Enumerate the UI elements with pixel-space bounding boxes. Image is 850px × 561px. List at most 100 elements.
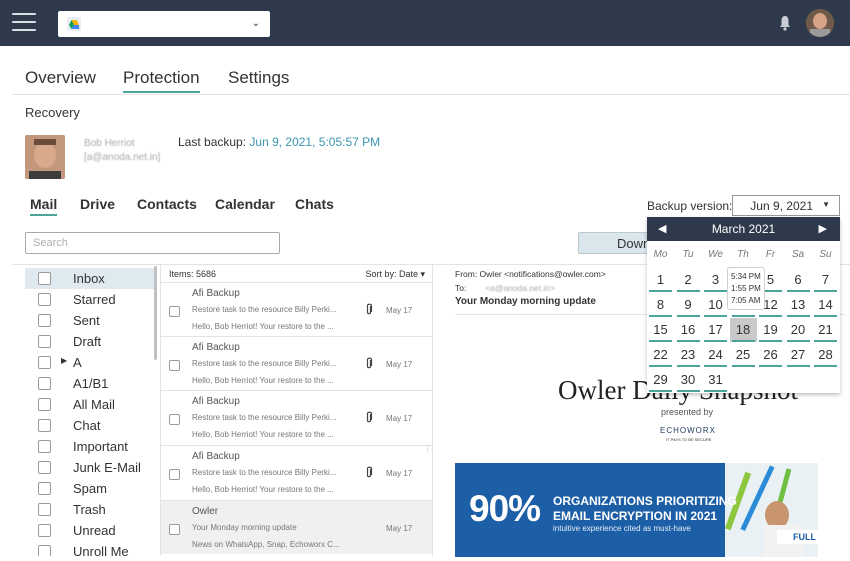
- calendar-day[interactable]: 31: [702, 368, 729, 392]
- download-button[interactable]: Down: [578, 232, 650, 254]
- message-date: May 17: [386, 306, 413, 315]
- message-subject: Your Monday morning update: [192, 523, 297, 532]
- tab-chats[interactable]: Chats: [295, 196, 334, 212]
- folder-label: Spam: [73, 481, 107, 496]
- checkbox[interactable]: [169, 360, 180, 371]
- folder-a1-b1[interactable]: A1/B1: [25, 373, 155, 394]
- calendar-day-selected[interactable]: 18: [729, 318, 757, 342]
- day-number: 5: [766, 272, 775, 287]
- message-preview: Hello, Bob Herriot! Your restore to the …: [192, 322, 334, 331]
- calendar-day[interactable]: 3: [702, 268, 729, 292]
- tab-drive[interactable]: Drive: [80, 196, 115, 212]
- calendar-day[interactable]: 30: [675, 368, 702, 392]
- checkbox[interactable]: [38, 398, 51, 411]
- calendar-day[interactable]: 13: [785, 293, 812, 317]
- folder-starred[interactable]: Starred: [25, 289, 155, 310]
- checkbox[interactable]: [38, 419, 51, 432]
- backup-version-select[interactable]: Jun 9, 2021 ▼: [732, 195, 840, 216]
- day-number: 9: [684, 297, 692, 312]
- checkbox[interactable]: [38, 272, 51, 285]
- message-row[interactable]: Afi Backup Restore task to the resource …: [161, 445, 432, 499]
- checkbox[interactable]: [38, 503, 51, 516]
- user-avatar[interactable]: [806, 9, 834, 37]
- folder-spam[interactable]: Spam: [25, 478, 155, 499]
- folder-chat[interactable]: Chat: [25, 415, 155, 436]
- message-sender: Afi Backup: [192, 288, 240, 299]
- calendar-day[interactable]: 19: [757, 318, 784, 342]
- calendar-day[interactable]: 24: [702, 343, 729, 367]
- calendar-day[interactable]: 2: [675, 268, 702, 292]
- date-picker: ◀ March 2021 ▶ MoTuWeThFrSaSu12345678910…: [647, 217, 840, 393]
- search-input[interactable]: Search: [25, 232, 280, 254]
- checkbox[interactable]: [38, 293, 51, 306]
- calendar-day[interactable]: 17: [702, 318, 729, 342]
- checkbox[interactable]: [38, 335, 51, 348]
- folder-scrollbar[interactable]: [154, 266, 157, 360]
- message-row[interactable]: Afi Backup Restore task to the resource …: [161, 336, 432, 390]
- folder-unread[interactable]: Unread: [25, 520, 155, 541]
- message-row-selected[interactable]: Owler Your Monday morning update News on…: [161, 500, 432, 554]
- calendar-day[interactable]: 25: [730, 343, 757, 367]
- calendar-day[interactable]: 27: [785, 343, 812, 367]
- sort-dropdown[interactable]: Sort by: Date ▾: [365, 269, 425, 280]
- calendar-day[interactable]: 29: [647, 368, 674, 392]
- calendar-day[interactable]: 20: [785, 318, 812, 342]
- tooltip-time: 5:34 PM: [731, 272, 761, 281]
- checkbox[interactable]: [38, 377, 51, 390]
- tab-calendar[interactable]: Calendar: [215, 196, 275, 212]
- calendar-day[interactable]: 6: [785, 268, 812, 292]
- message-row[interactable]: Afi Backup Restore task to the resource …: [161, 390, 432, 444]
- expand-arrow-icon[interactable]: ▶: [61, 356, 67, 365]
- page-title: Recovery: [25, 105, 80, 120]
- tab-protection[interactable]: Protection: [123, 68, 200, 93]
- last-backup-value[interactable]: Jun 9, 2021, 5:05:57 PM: [249, 135, 380, 149]
- calendar-day[interactable]: 8: [647, 293, 674, 317]
- next-month-icon[interactable]: ▶: [819, 222, 827, 235]
- checkbox[interactable]: [169, 306, 180, 317]
- calendar-day[interactable]: 22: [647, 343, 674, 367]
- folder-sent[interactable]: Sent: [25, 310, 155, 331]
- calendar-day[interactable]: 26: [757, 343, 784, 367]
- tab-contacts[interactable]: Contacts: [137, 196, 197, 212]
- folder-inbox[interactable]: Inbox: [25, 268, 155, 289]
- folder-junk-email[interactable]: Junk E-Mail: [25, 457, 155, 478]
- tenant-select[interactable]: ⌄: [58, 11, 270, 37]
- calendar-day[interactable]: 14: [812, 293, 839, 317]
- calendar-day[interactable]: 10: [702, 293, 729, 317]
- checkbox[interactable]: [38, 482, 51, 495]
- checkbox[interactable]: [38, 440, 51, 453]
- checkbox[interactable]: [169, 469, 180, 480]
- list-scroll-handle[interactable]: ⋮: [424, 445, 431, 453]
- menu-icon[interactable]: [12, 13, 36, 33]
- calendar-day[interactable]: 7: [812, 268, 839, 292]
- calendar-day[interactable]: 1: [647, 268, 674, 292]
- calendar-day[interactable]: 23: [675, 343, 702, 367]
- folder-important[interactable]: Important: [25, 436, 155, 457]
- tab-settings[interactable]: Settings: [228, 68, 289, 88]
- message-subject: Restore task to the resource Billy Perki…: [192, 359, 337, 368]
- calendar-day[interactable]: 28: [812, 343, 839, 367]
- checkbox[interactable]: [38, 524, 51, 537]
- backup-indicator: [814, 365, 837, 367]
- tab-overview[interactable]: Overview: [25, 68, 96, 88]
- calendar-day[interactable]: 21: [812, 318, 839, 342]
- calendar-day[interactable]: 15: [647, 318, 674, 342]
- calendar-day[interactable]: 9: [675, 293, 702, 317]
- folder-all-mail[interactable]: All Mail: [25, 394, 155, 415]
- checkbox[interactable]: [38, 545, 51, 556]
- checkbox[interactable]: [38, 314, 51, 327]
- checkbox[interactable]: [38, 461, 51, 474]
- checkbox[interactable]: [169, 524, 180, 535]
- calendar-day[interactable]: 16: [675, 318, 702, 342]
- banner-cta[interactable]: FULL: [777, 530, 818, 544]
- folder-trash[interactable]: Trash: [25, 499, 155, 520]
- message-row[interactable]: Afi Backup Restore task to the resource …: [161, 282, 432, 336]
- bell-icon[interactable]: [778, 14, 792, 32]
- ad-banner[interactable]: 90% ORGANIZATIONS PRIORITIZING EMAIL ENC…: [455, 463, 818, 557]
- checkbox[interactable]: [38, 356, 51, 369]
- folder-a[interactable]: ▶ A: [25, 352, 155, 373]
- folder-unroll-me[interactable]: Unroll Me: [25, 541, 155, 556]
- folder-draft[interactable]: Draft: [25, 331, 155, 352]
- checkbox[interactable]: [169, 414, 180, 425]
- tab-mail[interactable]: Mail: [30, 196, 58, 216]
